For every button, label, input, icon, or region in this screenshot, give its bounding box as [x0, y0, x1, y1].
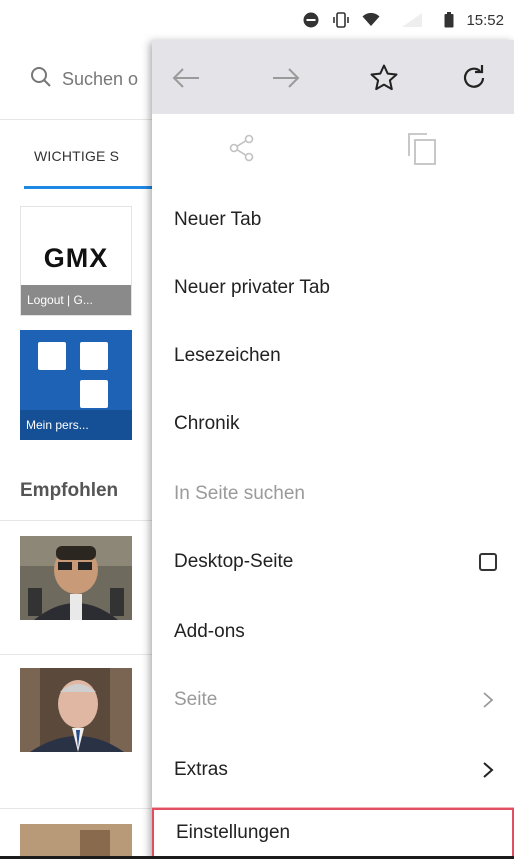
copy-icon — [408, 133, 436, 165]
article-thumbnail[interactable] — [20, 668, 132, 752]
menu-item-label: Lesezeichen — [174, 345, 281, 366]
chevron-right-icon — [476, 758, 500, 782]
wifi-icon — [362, 11, 380, 29]
menu-item-history[interactable]: Chronik — [152, 390, 514, 458]
back-arrow-icon — [172, 68, 199, 88]
menu-item-label: In Seite suchen — [174, 483, 305, 504]
tile-square-decoration — [80, 342, 108, 370]
top-site-tile-gmx[interactable]: GMX Logout | G... — [20, 206, 132, 316]
reload-button[interactable] — [454, 58, 494, 98]
tile-square-decoration — [38, 342, 66, 370]
menu-item-label: Neuer privater Tab — [174, 277, 330, 298]
person-photo-icon — [20, 668, 132, 752]
browser-overflow-menu: Neuer Tab Neuer privater Tab Lesezeichen… — [152, 40, 514, 859]
status-time: 15:52 — [466, 11, 504, 29]
share-button[interactable] — [222, 128, 262, 168]
tab-underline — [24, 186, 164, 189]
article-thumbnail[interactable] — [20, 536, 132, 620]
battery-icon — [444, 11, 454, 29]
menu-item-new-private-tab[interactable]: Neuer privater Tab — [152, 254, 514, 322]
copy-button[interactable] — [402, 128, 442, 168]
chevron-right-icon — [476, 688, 500, 712]
gmx-logo: GMX — [43, 243, 109, 273]
menu-item-label: Chronik — [174, 413, 240, 434]
menu-item-label: Add-ons — [174, 621, 245, 642]
menu-item-label: Seite — [174, 689, 218, 710]
top-site-tile-mein-pers[interactable]: Mein pers... — [20, 330, 132, 440]
tile-caption: Mein pers... — [20, 410, 132, 440]
tab-wichtige-seiten[interactable]: WICHTIGE S — [34, 148, 119, 164]
do-not-disturb-icon — [302, 11, 320, 29]
menu-item-tools[interactable]: Extras — [152, 736, 514, 804]
menu-item-settings[interactable]: Einstellungen — [152, 808, 514, 858]
section-heading: Empfohlen — [20, 480, 119, 501]
menu-item-new-tab[interactable]: Neuer Tab — [152, 186, 514, 254]
vibrate-icon — [332, 11, 350, 29]
menu-item-add-ons[interactable]: Add-ons — [152, 598, 514, 666]
menu-item-label: Desktop-Seite — [174, 551, 294, 572]
forward-arrow-icon — [273, 68, 300, 88]
menu-secondary-actions — [152, 114, 514, 180]
search-icon — [30, 66, 52, 93]
menu-item-label: Neuer Tab — [174, 209, 262, 230]
menu-item-desktop-site[interactable]: Desktop-Seite — [152, 528, 514, 596]
article-photo-icon — [20, 824, 132, 856]
forward-button[interactable] — [266, 58, 306, 98]
search-input-placeholder: Suchen o — [62, 69, 139, 89]
star-icon — [370, 64, 398, 91]
tile-square-decoration — [80, 380, 108, 408]
reload-icon — [463, 65, 485, 88]
person-photo-icon — [20, 536, 132, 620]
tile-caption: Logout | G... — [21, 285, 131, 315]
share-icon — [229, 134, 254, 162]
menu-item-label: Einstellungen — [176, 822, 291, 843]
article-thumbnail[interactable] — [20, 824, 132, 856]
menu-item-label: Extras — [174, 759, 228, 780]
desktop-site-checkbox[interactable] — [476, 550, 500, 574]
menu-item-bookmarks[interactable]: Lesezeichen — [152, 322, 514, 390]
back-button[interactable] — [166, 58, 206, 98]
menu-item-page[interactable]: Seite — [152, 666, 514, 734]
menu-item-find-in-page[interactable]: In Seite suchen — [152, 460, 514, 528]
menu-navigation-toolbar — [152, 40, 514, 114]
status-bar: 15:52 — [0, 0, 514, 40]
cellular-empty-icon — [392, 11, 432, 29]
bookmark-star-button[interactable] — [364, 58, 404, 98]
